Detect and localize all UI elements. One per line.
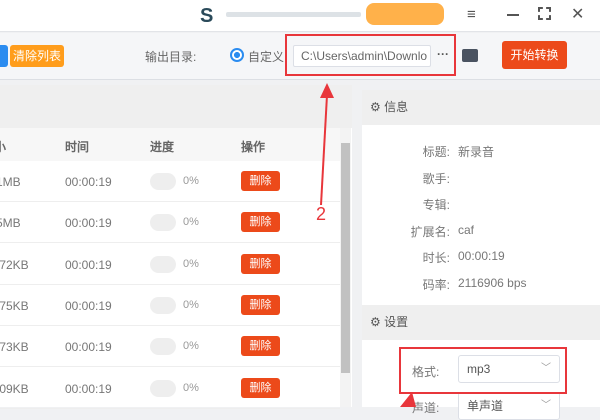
progress-text: 0% [183, 216, 199, 229]
file-size: .73KB [0, 340, 29, 355]
table-row[interactable]: .09KB 00:00:19 0% 删除 [0, 368, 340, 409]
col-time: 时间 [65, 140, 90, 154]
col-progress: 进度 [150, 140, 175, 154]
close-icon[interactable]: ✕ [571, 4, 584, 24]
file-duration: 00:00:19 [65, 257, 112, 272]
minimize-icon[interactable] [507, 14, 519, 16]
progress-toggle [150, 296, 176, 314]
start-convert-button[interactable]: 开始转换 [502, 41, 567, 69]
annotation-box-format [399, 347, 567, 394]
file-size: 5MB [0, 216, 21, 231]
progress-text: 0% [183, 175, 199, 187]
file-duration: 00:00:19 [65, 298, 112, 313]
progress-text: 0% [183, 257, 199, 270]
file-duration: 00:00:19 [65, 175, 112, 189]
channel-value: 单声道 [467, 399, 504, 413]
progress-toggle [150, 214, 176, 232]
progress-text: 0% [183, 381, 199, 394]
file-duration: 00:00:19 [65, 340, 112, 355]
col-size: 小 [0, 140, 7, 154]
table-row[interactable]: 1MB 00:00:19 0% 删除 [0, 161, 340, 202]
add-file-button[interactable] [0, 45, 8, 67]
table-row[interactable]: 5MB 00:00:19 0% 删除 [0, 202, 340, 244]
delete-button[interactable]: 删除 [241, 377, 280, 398]
progress-toggle [150, 379, 176, 397]
delete-button[interactable]: 删除 [241, 212, 280, 233]
app-title-blurred [226, 12, 361, 17]
file-size: .09KB [0, 381, 29, 396]
custom-radio[interactable] [230, 48, 244, 62]
info-key: 标题: [422, 145, 450, 159]
col-action: 操作 [241, 140, 266, 154]
info-key: 歌手: [422, 171, 450, 186]
info-value: 2116906 bps [458, 275, 527, 290]
progress-text: 0% [183, 340, 199, 353]
folder-icon[interactable] [462, 49, 478, 62]
promo-badge[interactable] [366, 3, 444, 25]
info-key: 专辑: [422, 198, 450, 212]
info-value: 00:00:19 [458, 249, 505, 263]
file-duration: 00:00:19 [65, 216, 112, 231]
app-logo: S [200, 5, 214, 27]
progress-toggle [150, 173, 176, 190]
annotation-arrow-head-2 [400, 392, 416, 407]
chevron-down-icon: ﹀ [541, 400, 551, 411]
delete-button[interactable]: 删除 [241, 336, 280, 357]
table-row[interactable]: .73KB 00:00:19 0% 删除 [0, 326, 340, 368]
delete-button[interactable]: 删除 [241, 294, 280, 315]
table-row[interactable]: .72KB 00:00:19 0% 删除 [0, 244, 340, 285]
channel-select[interactable]: 单声道 ﹀ [458, 392, 560, 420]
info-value: 新录音 [458, 145, 495, 159]
progress-toggle [150, 255, 176, 273]
title-bar: S ≡ ✕ [0, 0, 600, 32]
file-size: .72KB [0, 257, 29, 272]
info-value: caf [458, 222, 475, 237]
annotation-arrow-line [320, 94, 328, 206]
file-duration: 00:00:19 [65, 381, 112, 396]
custom-radio-label: 自定义 [248, 50, 285, 64]
annotation-arrow-head [320, 83, 334, 98]
annotation-box-output-path [285, 34, 456, 76]
file-size: 1MB [0, 175, 21, 189]
clear-list-button[interactable]: 清除列表 [10, 45, 64, 67]
menu-icon[interactable]: ≡ [467, 7, 481, 22]
progress-text: 0% [183, 298, 199, 311]
file-size: .75KB [0, 298, 29, 313]
progress-toggle [150, 338, 176, 356]
annotation-arrows [320, 83, 416, 407]
table-header: 小 时间 进度 操作 [0, 128, 340, 161]
output-dir-label: 输出目录: [145, 50, 197, 64]
table-row[interactable]: .75KB 00:00:19 0% 删除 [0, 285, 340, 326]
delete-button[interactable]: 删除 [241, 171, 280, 191]
delete-button[interactable]: 删除 [241, 253, 280, 274]
info-key: 码率: [422, 277, 450, 292]
annotation-number: 2 [316, 204, 327, 224]
info-key: 时长: [422, 251, 450, 265]
maximize-icon[interactable] [538, 7, 551, 20]
